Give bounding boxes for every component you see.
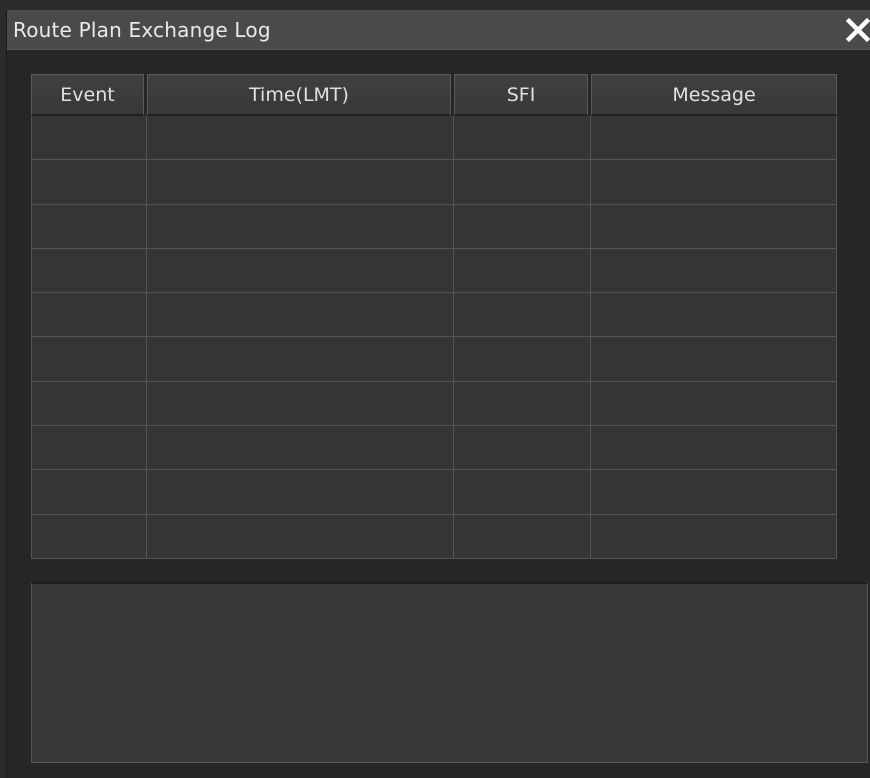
- cell-sfi: [454, 337, 591, 382]
- table-row[interactable]: [31, 116, 837, 161]
- log-table: Event Time(LMT) SFI Message: [31, 74, 837, 559]
- cell-event: [31, 160, 147, 205]
- cell-time: [147, 248, 454, 294]
- cell-message: [591, 248, 837, 294]
- cell-sfi: [454, 470, 591, 515]
- cell-message: [591, 204, 837, 249]
- window-title: Route Plan Exchange Log: [13, 18, 271, 42]
- table-row[interactable]: [31, 514, 837, 559]
- cell-time: [147, 160, 454, 205]
- cell-message: [591, 116, 837, 161]
- cell-message: [591, 337, 837, 382]
- cell-event: [31, 514, 147, 559]
- cell-message: [591, 426, 837, 471]
- table-row[interactable]: [31, 160, 837, 205]
- cell-sfi: [454, 381, 591, 427]
- table-row[interactable]: [31, 426, 837, 471]
- cell-event: [31, 116, 147, 161]
- cell-event: [31, 248, 147, 294]
- title-bar: Route Plan Exchange Log: [7, 10, 870, 50]
- cell-event: [31, 293, 147, 338]
- route-plan-exchange-log-window: Route Plan Exchange Log Event Time(LMT) …: [6, 10, 870, 778]
- cell-message: [591, 293, 837, 338]
- message-detail-area: [31, 582, 868, 763]
- cell-sfi: [454, 514, 591, 559]
- cell-sfi: [454, 160, 591, 205]
- cell-time: [147, 470, 454, 515]
- cell-time: [147, 426, 454, 471]
- cell-event: [31, 470, 147, 515]
- cell-sfi: [454, 248, 591, 294]
- table-row[interactable]: [31, 293, 837, 338]
- cell-message: [591, 160, 837, 205]
- table-row[interactable]: [31, 337, 837, 382]
- cell-event: [31, 337, 147, 382]
- cell-sfi: [454, 204, 591, 249]
- cell-sfi: [454, 426, 591, 471]
- cell-time: [147, 204, 454, 249]
- cell-sfi: [454, 293, 591, 338]
- cell-time: [147, 514, 454, 559]
- cell-message: [591, 381, 837, 427]
- table-row[interactable]: [31, 470, 837, 515]
- column-header-message[interactable]: Message: [591, 74, 837, 116]
- close-icon: [845, 17, 870, 43]
- table-row[interactable]: [31, 381, 837, 427]
- cell-time: [147, 293, 454, 338]
- column-header-sfi[interactable]: SFI: [454, 74, 588, 116]
- column-header-event[interactable]: Event: [31, 74, 144, 116]
- column-header-time[interactable]: Time(LMT): [147, 74, 451, 116]
- cell-time: [147, 381, 454, 427]
- cell-event: [31, 204, 147, 249]
- cell-message: [591, 514, 837, 559]
- cell-message: [591, 470, 837, 515]
- table-row[interactable]: [31, 248, 837, 294]
- cell-event: [31, 426, 147, 471]
- table-header: Event Time(LMT) SFI Message: [31, 74, 837, 116]
- table-row[interactable]: [31, 204, 837, 249]
- close-button[interactable]: [845, 15, 870, 45]
- cell-time: [147, 116, 454, 161]
- cell-time: [147, 337, 454, 382]
- cell-sfi: [454, 116, 591, 161]
- cell-event: [31, 381, 147, 427]
- table-body: [31, 116, 837, 559]
